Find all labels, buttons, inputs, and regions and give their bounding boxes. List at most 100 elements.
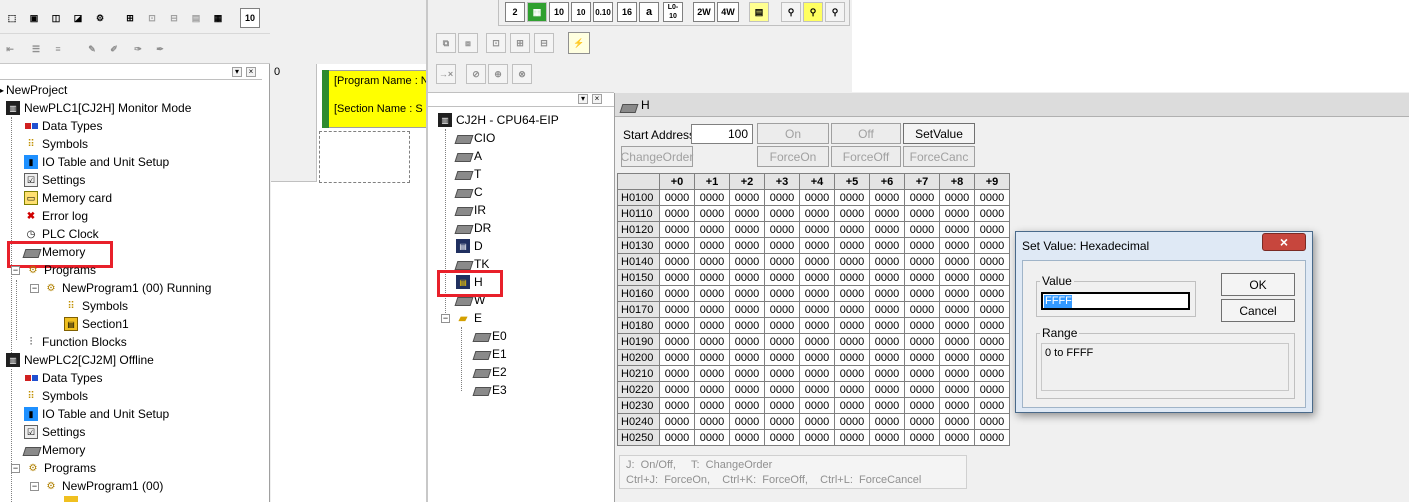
- tree-item-function-blocks[interactable]: ⫶ Function Blocks: [24, 333, 127, 351]
- memory-cell[interactable]: 0000: [869, 413, 905, 430]
- memory-cell[interactable]: 0000: [904, 413, 940, 430]
- memory-cell[interactable]: 0000: [799, 237, 835, 254]
- memory-cell[interactable]: 0000: [834, 253, 870, 270]
- force-off-button[interactable]: ForceOff: [831, 146, 901, 167]
- window-list-icon[interactable]: ▤: [749, 2, 769, 22]
- memory-cell[interactable]: 0000: [904, 237, 940, 254]
- memory-cell[interactable]: 0000: [799, 221, 835, 238]
- memory-cell[interactable]: 0000: [974, 333, 1010, 350]
- memory-cell[interactable]: 0000: [974, 317, 1010, 334]
- memory-cell[interactable]: 0000: [764, 285, 800, 302]
- memory-cell[interactable]: 0000: [799, 253, 835, 270]
- memory-cell[interactable]: 0000: [729, 285, 765, 302]
- format-binary-button[interactable]: 2: [505, 2, 525, 22]
- memory-cell[interactable]: 0000: [939, 349, 975, 366]
- memory-cell[interactable]: 0000: [869, 317, 905, 334]
- memory-cell[interactable]: 0000: [869, 269, 905, 286]
- format-long-button[interactable]: L0-10: [663, 2, 683, 22]
- tree-item-io-table[interactable]: ▮ IO Table and Unit Setup: [24, 153, 169, 171]
- memory-cell[interactable]: 0000: [834, 413, 870, 430]
- memory-cell[interactable]: 0000: [939, 301, 975, 318]
- memory-cell[interactable]: 0000: [659, 221, 695, 238]
- memory-cell[interactable]: 0000: [939, 189, 975, 206]
- memory-cell[interactable]: 0000: [869, 333, 905, 350]
- tree-item-io-table-2[interactable]: ▮ IO Table and Unit Setup: [24, 405, 169, 423]
- force-cancel-button[interactable]: ForceCanc: [903, 146, 975, 167]
- memory-cell[interactable]: 0000: [904, 429, 940, 446]
- monitor-icon[interactable]: ⚡: [568, 32, 590, 54]
- memory-cell[interactable]: 0000: [834, 285, 870, 302]
- memory-cell[interactable]: 0000: [974, 381, 1010, 398]
- memory-cell[interactable]: 0000: [729, 429, 765, 446]
- memory-cell[interactable]: 0000: [764, 253, 800, 270]
- memory-cell[interactable]: 0000: [659, 237, 695, 254]
- memory-cell[interactable]: 0000: [659, 301, 695, 318]
- format-bcd-icon[interactable]: ▦: [527, 2, 547, 22]
- memory-cell[interactable]: 0000: [764, 205, 800, 222]
- memory-cell[interactable]: 0000: [834, 189, 870, 206]
- tree-item-programs-2[interactable]: ⚙ Programs: [26, 459, 97, 477]
- programs-expander[interactable]: −: [11, 266, 20, 275]
- compare-c-icon[interactable]: ⊗: [512, 64, 532, 84]
- memory-cell[interactable]: 0000: [799, 413, 835, 430]
- memory-cell[interactable]: 0000: [939, 429, 975, 446]
- tree-item-data-types-2[interactable]: Data Types: [24, 369, 102, 387]
- area-e-expander[interactable]: −: [441, 314, 450, 323]
- memory-cell[interactable]: 0000: [939, 221, 975, 238]
- programs-expander-2[interactable]: −: [11, 464, 20, 473]
- memory-cell[interactable]: 0000: [694, 189, 730, 206]
- transfer-icon[interactable]: →×: [436, 64, 456, 84]
- memory-cell[interactable]: 0000: [694, 205, 730, 222]
- memory-cell[interactable]: 0000: [834, 381, 870, 398]
- memory-cell[interactable]: 0000: [939, 397, 975, 414]
- memory-cell[interactable]: 0000: [974, 429, 1010, 446]
- memory-cell[interactable]: 0000: [764, 301, 800, 318]
- memory-cell[interactable]: 0000: [694, 221, 730, 238]
- panel-close-icon[interactable]: ×: [592, 94, 602, 104]
- net-config-icon[interactable]: ⊞: [120, 8, 140, 28]
- memory-cell[interactable]: 0000: [974, 205, 1010, 222]
- tree-item-program-symbols[interactable]: ⠿ Symbols: [64, 297, 128, 315]
- memory-cell[interactable]: 0000: [869, 253, 905, 270]
- area-e[interactable]: ▰ E: [456, 309, 482, 327]
- format-real-button[interactable]: 0.10: [593, 2, 613, 22]
- tree-item-error-log[interactable]: ✖ Error log: [24, 207, 88, 225]
- memory-cell[interactable]: 0000: [974, 237, 1010, 254]
- memory-cell[interactable]: 0000: [834, 205, 870, 222]
- cancel-button[interactable]: Cancel: [1221, 299, 1295, 322]
- memory-cell[interactable]: 0000: [659, 397, 695, 414]
- memory-cell[interactable]: 0000: [659, 189, 695, 206]
- dialog-close-button[interactable]: ×: [1262, 233, 1306, 251]
- indent-icon[interactable]: ⇤: [0, 39, 20, 59]
- tree-item-section1[interactable]: ▤ Section1: [64, 315, 129, 333]
- start-address-input[interactable]: [691, 124, 753, 144]
- memory-cell[interactable]: 0000: [834, 237, 870, 254]
- memory-cell[interactable]: 0000: [869, 397, 905, 414]
- memory-cell[interactable]: 0000: [939, 333, 975, 350]
- memory-cell[interactable]: 0000: [974, 413, 1010, 430]
- memory-cell[interactable]: 0000: [659, 429, 695, 446]
- memory-cell[interactable]: 0000: [834, 429, 870, 446]
- memory-cell[interactable]: 0000: [694, 365, 730, 382]
- area-d[interactable]: ▤ D: [456, 237, 483, 255]
- area-ir[interactable]: IR: [456, 201, 486, 219]
- area-e3[interactable]: E3: [474, 381, 507, 399]
- format-2word-button[interactable]: 2W: [693, 2, 715, 22]
- memory-cell[interactable]: 0000: [729, 301, 765, 318]
- memory-cell[interactable]: 0000: [939, 205, 975, 222]
- format-4word-button[interactable]: 4W: [717, 2, 739, 22]
- memory-cell[interactable]: 0000: [869, 221, 905, 238]
- format-ascii-button[interactable]: a: [639, 2, 659, 22]
- memory-cell[interactable]: 0000: [904, 269, 940, 286]
- tool-c-icon[interactable]: ✑: [128, 39, 148, 59]
- rung-comment-box[interactable]: [Program Name : N [Section Name : S: [329, 70, 429, 128]
- memory-cell[interactable]: 0000: [799, 333, 835, 350]
- memory-cell[interactable]: 0000: [974, 253, 1010, 270]
- memory-cell[interactable]: 0000: [869, 285, 905, 302]
- memory-cell[interactable]: 0000: [729, 397, 765, 414]
- memory-cell[interactable]: 0000: [939, 365, 975, 382]
- area-tool-b-icon[interactable]: ⧈: [458, 33, 478, 53]
- off-button[interactable]: Off: [831, 123, 901, 144]
- memory-cell[interactable]: 0000: [659, 349, 695, 366]
- set-value-button[interactable]: SetValue: [903, 123, 975, 144]
